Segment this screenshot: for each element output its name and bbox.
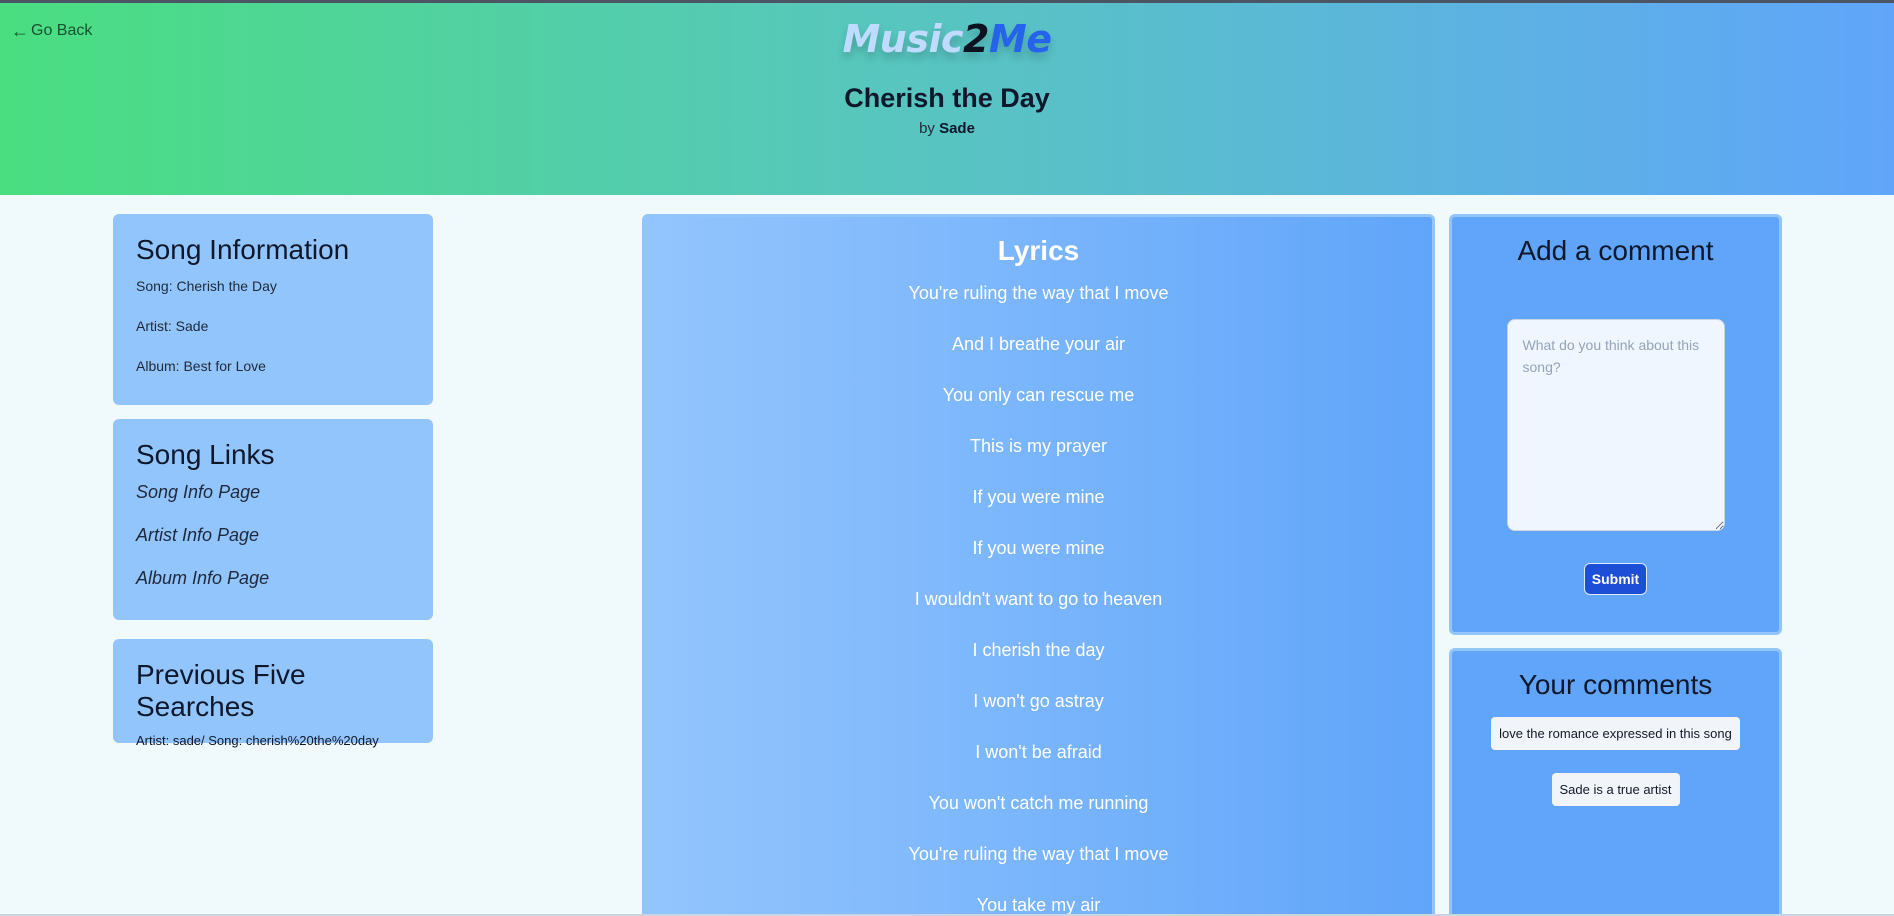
album-info-page-link[interactable]: Album Info Page (136, 568, 410, 589)
logo-part-music: Music (842, 17, 963, 61)
song-information-heading: Song Information (136, 234, 350, 265)
comment-item[interactable]: love the romance expressed in this song (1491, 717, 1740, 750)
artist-info-page-link[interactable]: Artist Info Page (136, 525, 410, 546)
add-comment-heading: Add a comment (1517, 235, 1714, 266)
lyric-line: I wouldn't want to go to heaven (914, 589, 1163, 609)
lyric-line: This is my prayer (969, 436, 1108, 456)
lyrics-heading: Lyrics (997, 235, 1080, 266)
page-header: ← Go Back Music2Me Cherish the Day by Sa… (0, 3, 1894, 195)
lyric-line: I won't be afraid (975, 742, 1102, 762)
lyric-line: I won't go astray (973, 691, 1104, 711)
song-links-card: Song Links Song Info Page Artist Info Pa… (113, 419, 433, 620)
previous-searches-heading: Previous Five Searches (136, 659, 306, 722)
add-comment-panel: Add a comment Submit (1449, 214, 1782, 635)
song-name: Song: Cherish the Day (136, 278, 277, 294)
song-information-card: Song Information Song: Cherish the Day A… (113, 214, 433, 405)
song-album: Album: Best for Love (136, 358, 266, 374)
previous-searches-card: Previous Five Searches Artist: sade/ Son… (113, 639, 433, 748)
lyric-line: You're ruling the way that I move (908, 283, 1169, 303)
submit-button[interactable]: Submit (1583, 563, 1648, 595)
your-comments-panel: Your comments love the romance expressed… (1449, 648, 1782, 916)
lyric-line: You take my air (976, 895, 1101, 915)
song-links-heading: Song Links (136, 439, 275, 470)
your-comments-heading: Your comments (1518, 669, 1713, 700)
lyric-line: And I breathe your air (951, 334, 1126, 354)
lyrics-lines: You're ruling the way that I move And I … (645, 281, 1432, 916)
song-byline: by Sade (0, 120, 1894, 137)
lyric-line: You're ruling the way that I move (908, 844, 1169, 864)
lyric-line: You only can rescue me (942, 385, 1135, 405)
lyric-line: You won't catch me running (928, 793, 1149, 813)
previous-search-item[interactable]: Artist: sade/ Song: cherish%20the%20day (136, 733, 410, 748)
lyric-line: If you were mine (972, 538, 1105, 558)
logo-part-me: Me (988, 17, 1052, 61)
lyrics-panel[interactable]: Lyrics You're ruling the way that I move… (642, 214, 1435, 916)
logo-part-2: 2 (963, 17, 989, 61)
song-title: Cherish the Day (844, 83, 1050, 113)
by-label: by (919, 120, 935, 137)
app-logo[interactable]: Music2Me (0, 17, 1894, 61)
artist-name: Sade (939, 120, 975, 137)
song-artist: Artist: Sade (136, 318, 209, 334)
lyric-line: If you were mine (972, 487, 1105, 507)
song-info-page-link[interactable]: Song Info Page (136, 482, 410, 503)
comment-textarea[interactable] (1506, 319, 1725, 531)
comment-item[interactable]: Sade is a true artist (1551, 773, 1680, 806)
lyric-line: I cherish the day (972, 640, 1105, 660)
